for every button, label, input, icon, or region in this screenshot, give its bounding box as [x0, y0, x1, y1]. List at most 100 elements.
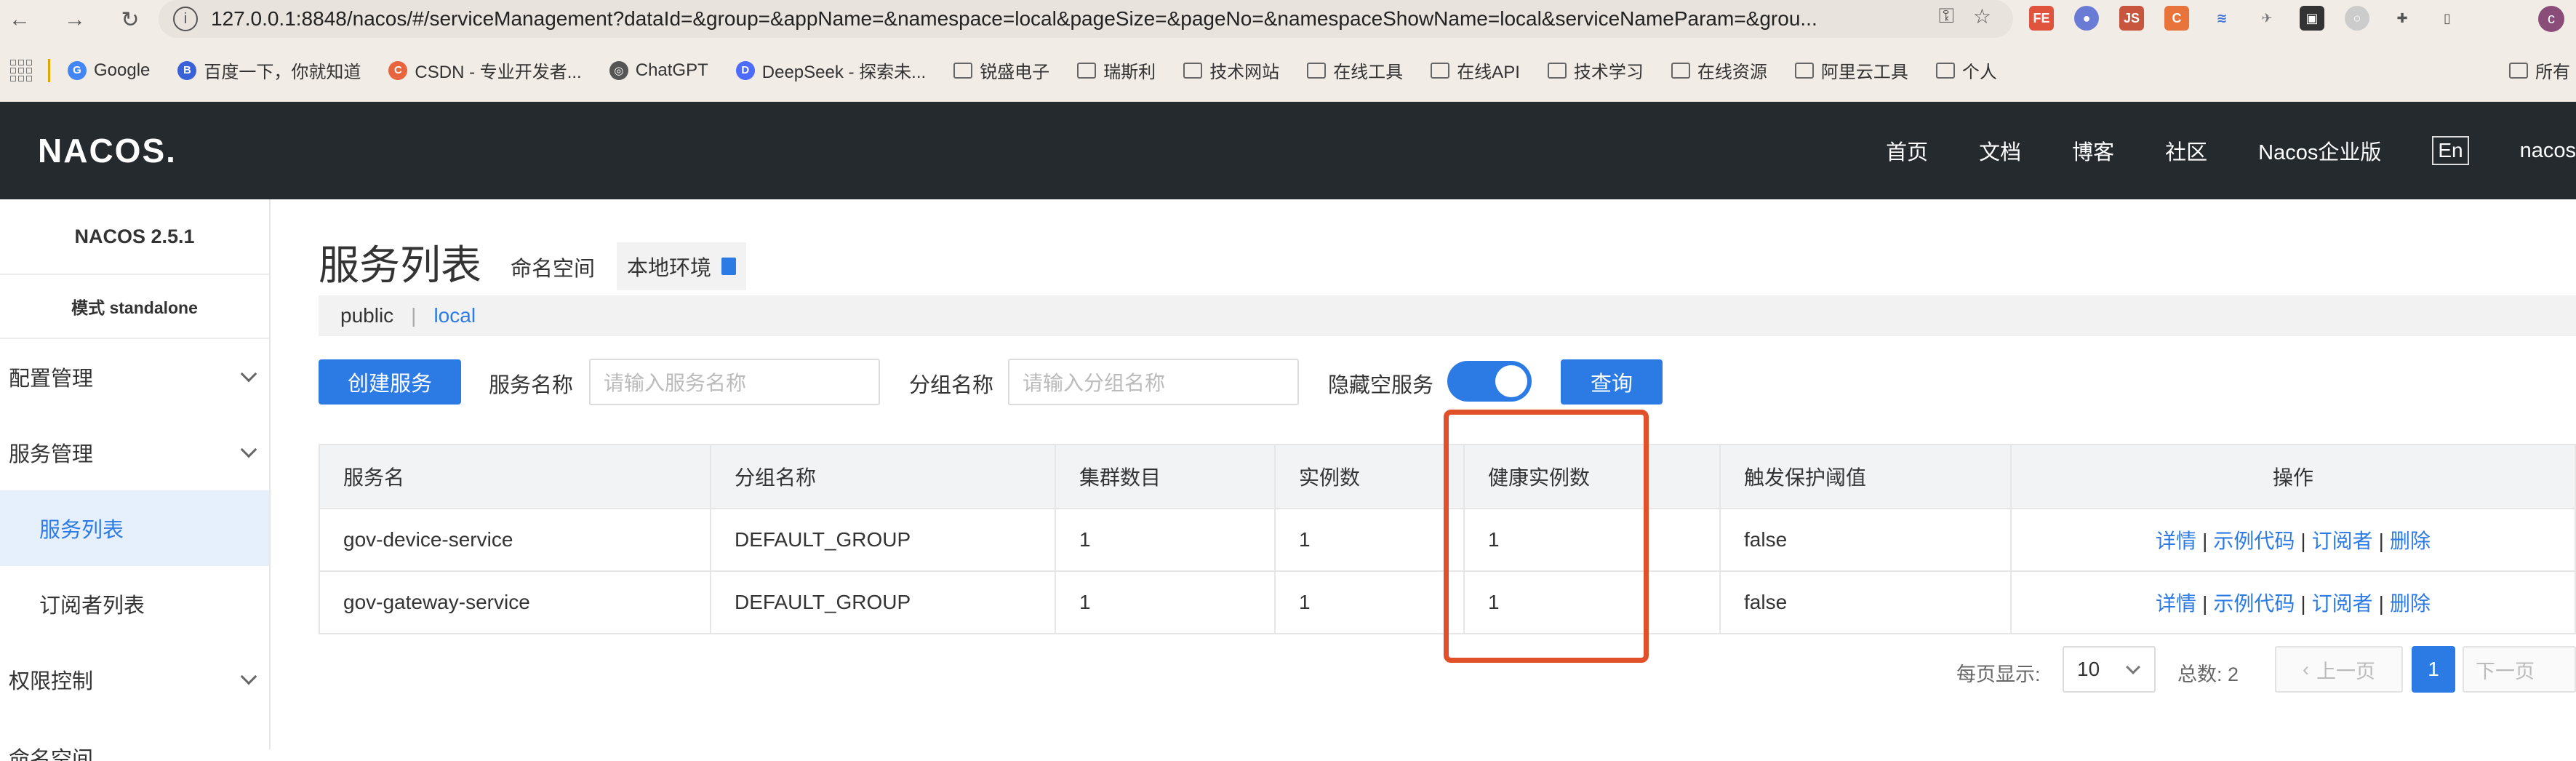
- col-group-name: 分组名称: [710, 444, 1056, 509]
- chevron-down-icon: [240, 365, 257, 383]
- namespace-separator: |: [411, 304, 417, 327]
- nav-blog[interactable]: 博客: [2072, 135, 2114, 166]
- sidebar-item-label: 服务管理: [9, 443, 94, 466]
- col-healthy: 健康实例数: [1463, 444, 1721, 509]
- extension-bag-icon[interactable]: ▣: [2300, 6, 2324, 31]
- language-switch[interactable]: En: [2432, 136, 2469, 165]
- bookmark-item[interactable]: C CSDN - 专业开发者...: [388, 57, 582, 83]
- extension-circle-icon[interactable]: ○: [2345, 6, 2369, 31]
- bookmark-label: CSDN - 专业开发者...: [415, 63, 582, 82]
- create-service-button[interactable]: 创建服务: [319, 359, 461, 405]
- subscriber-link[interactable]: 订阅者: [2312, 592, 2373, 615]
- sidebar-item-auth[interactable]: 权限控制: [0, 642, 269, 717]
- table-row: gov-gateway-service DEFAULT_GROUP 1 1 1 …: [319, 570, 2576, 634]
- prev-page-button[interactable]: ‹ 上一页: [2275, 646, 2403, 693]
- sidebar-item-label: 命名空间: [9, 748, 94, 761]
- sidebar-item-subscribers[interactable]: 订阅者列表: [0, 566, 269, 642]
- folder-icon: [1547, 62, 1567, 79]
- nav-community[interactable]: 社区: [2165, 135, 2207, 166]
- nav-enterprise[interactable]: Nacos企业版: [2258, 135, 2381, 166]
- detail-link[interactable]: 详情: [2156, 592, 2196, 615]
- bookmark-item[interactable]: 在线工具: [1307, 57, 1403, 83]
- bookmark-item[interactable]: 瑞斯利: [1077, 57, 1156, 83]
- favicon-icon: G: [68, 60, 87, 80]
- bookmark-item[interactable]: 在线资源: [1671, 57, 1767, 83]
- bookmark-all-folder[interactable]: 所有: [2509, 57, 2570, 83]
- op-separator: |: [2300, 592, 2306, 615]
- page-title: 服务列表: [319, 242, 481, 288]
- bookmark-star-icon[interactable]: ☆: [1973, 4, 1991, 28]
- query-button[interactable]: 查询: [1561, 359, 1663, 405]
- cell-instances: 1: [1274, 570, 1465, 634]
- folder-icon: [1183, 62, 1203, 79]
- bookmark-item[interactable]: 阿里云工具: [1794, 57, 1908, 83]
- toggle-knob: [1495, 365, 1527, 397]
- namespace-tab-local[interactable]: local: [433, 304, 476, 327]
- group-name-label: 分组名称: [909, 374, 994, 397]
- sidebar-item-service[interactable]: 服务管理: [0, 415, 269, 490]
- op-separator: |: [2202, 592, 2208, 615]
- sidepanel-icon[interactable]: ▯: [2435, 6, 2460, 31]
- user-menu[interactable]: nacos: [2520, 139, 2576, 163]
- site-info-icon[interactable]: i: [173, 7, 198, 31]
- address-url[interactable]: 127.0.0.1:8848/nacos/#/serviceManagement…: [211, 7, 1898, 31]
- reload-icon[interactable]: ↻: [111, 0, 150, 39]
- folder-icon: [1431, 62, 1450, 79]
- bookmark-item[interactable]: 在线API: [1431, 57, 1520, 83]
- prev-page-label: 上一页: [2316, 660, 2375, 682]
- nacos-logo[interactable]: NACOS.: [38, 131, 177, 170]
- nav-home[interactable]: 首页: [1886, 135, 1928, 166]
- sidebar-item-config[interactable]: 配置管理: [0, 339, 269, 415]
- cell-operations: 详情 | 示例代码 | 订阅者 | 删除: [2010, 570, 2576, 634]
- detail-link[interactable]: 详情: [2156, 530, 2196, 552]
- extension-fe-icon[interactable]: FE: [2029, 6, 2054, 31]
- delete-link[interactable]: 删除: [2390, 592, 2431, 615]
- hide-empty-toggle[interactable]: [1447, 361, 1532, 402]
- page-size-select[interactable]: 10: [2063, 646, 2156, 693]
- bookmark-item[interactable]: 锐盛电子: [953, 57, 1049, 83]
- extension-globe-icon[interactable]: ●: [2074, 6, 2099, 31]
- profile-avatar[interactable]: c: [2538, 6, 2564, 32]
- nav-docs[interactable]: 文档: [1979, 135, 2021, 166]
- address-bar[interactable]: i 127.0.0.1:8848/nacos/#/serviceManageme…: [159, 0, 2013, 38]
- cell-clusters: 1: [1055, 570, 1276, 634]
- bookmark-item[interactable]: B 百度一下，你就知道: [177, 57, 361, 83]
- apps-grid-icon[interactable]: [10, 59, 32, 81]
- bookmark-item[interactable]: 个人: [1935, 57, 1997, 83]
- cell-clusters: 1: [1055, 508, 1276, 572]
- service-table: 服务名 分组名称 集群数目 实例数 健康实例数 触发保护阈值 操作 gov-de…: [319, 444, 2576, 634]
- back-arrow-icon[interactable]: ←: [0, 0, 39, 39]
- delete-link[interactable]: 删除: [2390, 530, 2431, 552]
- sample-code-link[interactable]: 示例代码: [2213, 592, 2295, 615]
- extension-js-icon[interactable]: JS: [2119, 6, 2144, 31]
- extension-c-icon[interactable]: C: [2164, 6, 2189, 31]
- mode-label: 模式 standalone: [0, 275, 269, 339]
- sidebar-item-service-list[interactable]: 服务列表: [0, 490, 269, 566]
- service-name-input[interactable]: 请输入服务名称: [589, 359, 880, 405]
- bookmark-item[interactable]: ◎ ChatGPT: [609, 60, 708, 81]
- next-page-button[interactable]: 下一页: [2463, 646, 2576, 693]
- folder-icon: [953, 62, 973, 79]
- op-separator: |: [2300, 530, 2306, 552]
- bookmark-item[interactable]: G Google: [68, 60, 150, 81]
- bookmark-item[interactable]: D DeepSeek - 探索未...: [735, 57, 926, 83]
- sidebar-item-namespace[interactable]: 命名空间: [0, 717, 269, 761]
- namespace-tab-public[interactable]: public: [340, 304, 393, 327]
- copy-icon[interactable]: [721, 258, 737, 275]
- favicon-icon: C: [388, 60, 408, 80]
- extensions-puzzle-icon[interactable]: ✚: [2390, 6, 2415, 31]
- sample-code-link[interactable]: 示例代码: [2213, 530, 2295, 552]
- subscriber-link[interactable]: 订阅者: [2312, 530, 2373, 552]
- group-name-input[interactable]: 请输入分组名称: [1008, 359, 1299, 405]
- extension-layers-icon[interactable]: ≋: [2209, 6, 2234, 31]
- forward-arrow-icon[interactable]: →: [55, 0, 95, 39]
- namespace-current-label: 本地环境: [627, 257, 712, 280]
- key-icon[interactable]: ⚿: [1939, 4, 1954, 28]
- col-protect: 触发保护阈值: [1719, 444, 2012, 509]
- chevron-left-icon: ‹: [2303, 658, 2309, 680]
- bookmark-item[interactable]: 技术学习: [1547, 57, 1644, 83]
- extension-plane-icon[interactable]: ✈: [2255, 6, 2279, 31]
- namespace-tabs: public | local: [319, 295, 2576, 336]
- bookmark-item[interactable]: 技术网站: [1183, 57, 1279, 83]
- page-number-current[interactable]: 1: [2412, 646, 2455, 693]
